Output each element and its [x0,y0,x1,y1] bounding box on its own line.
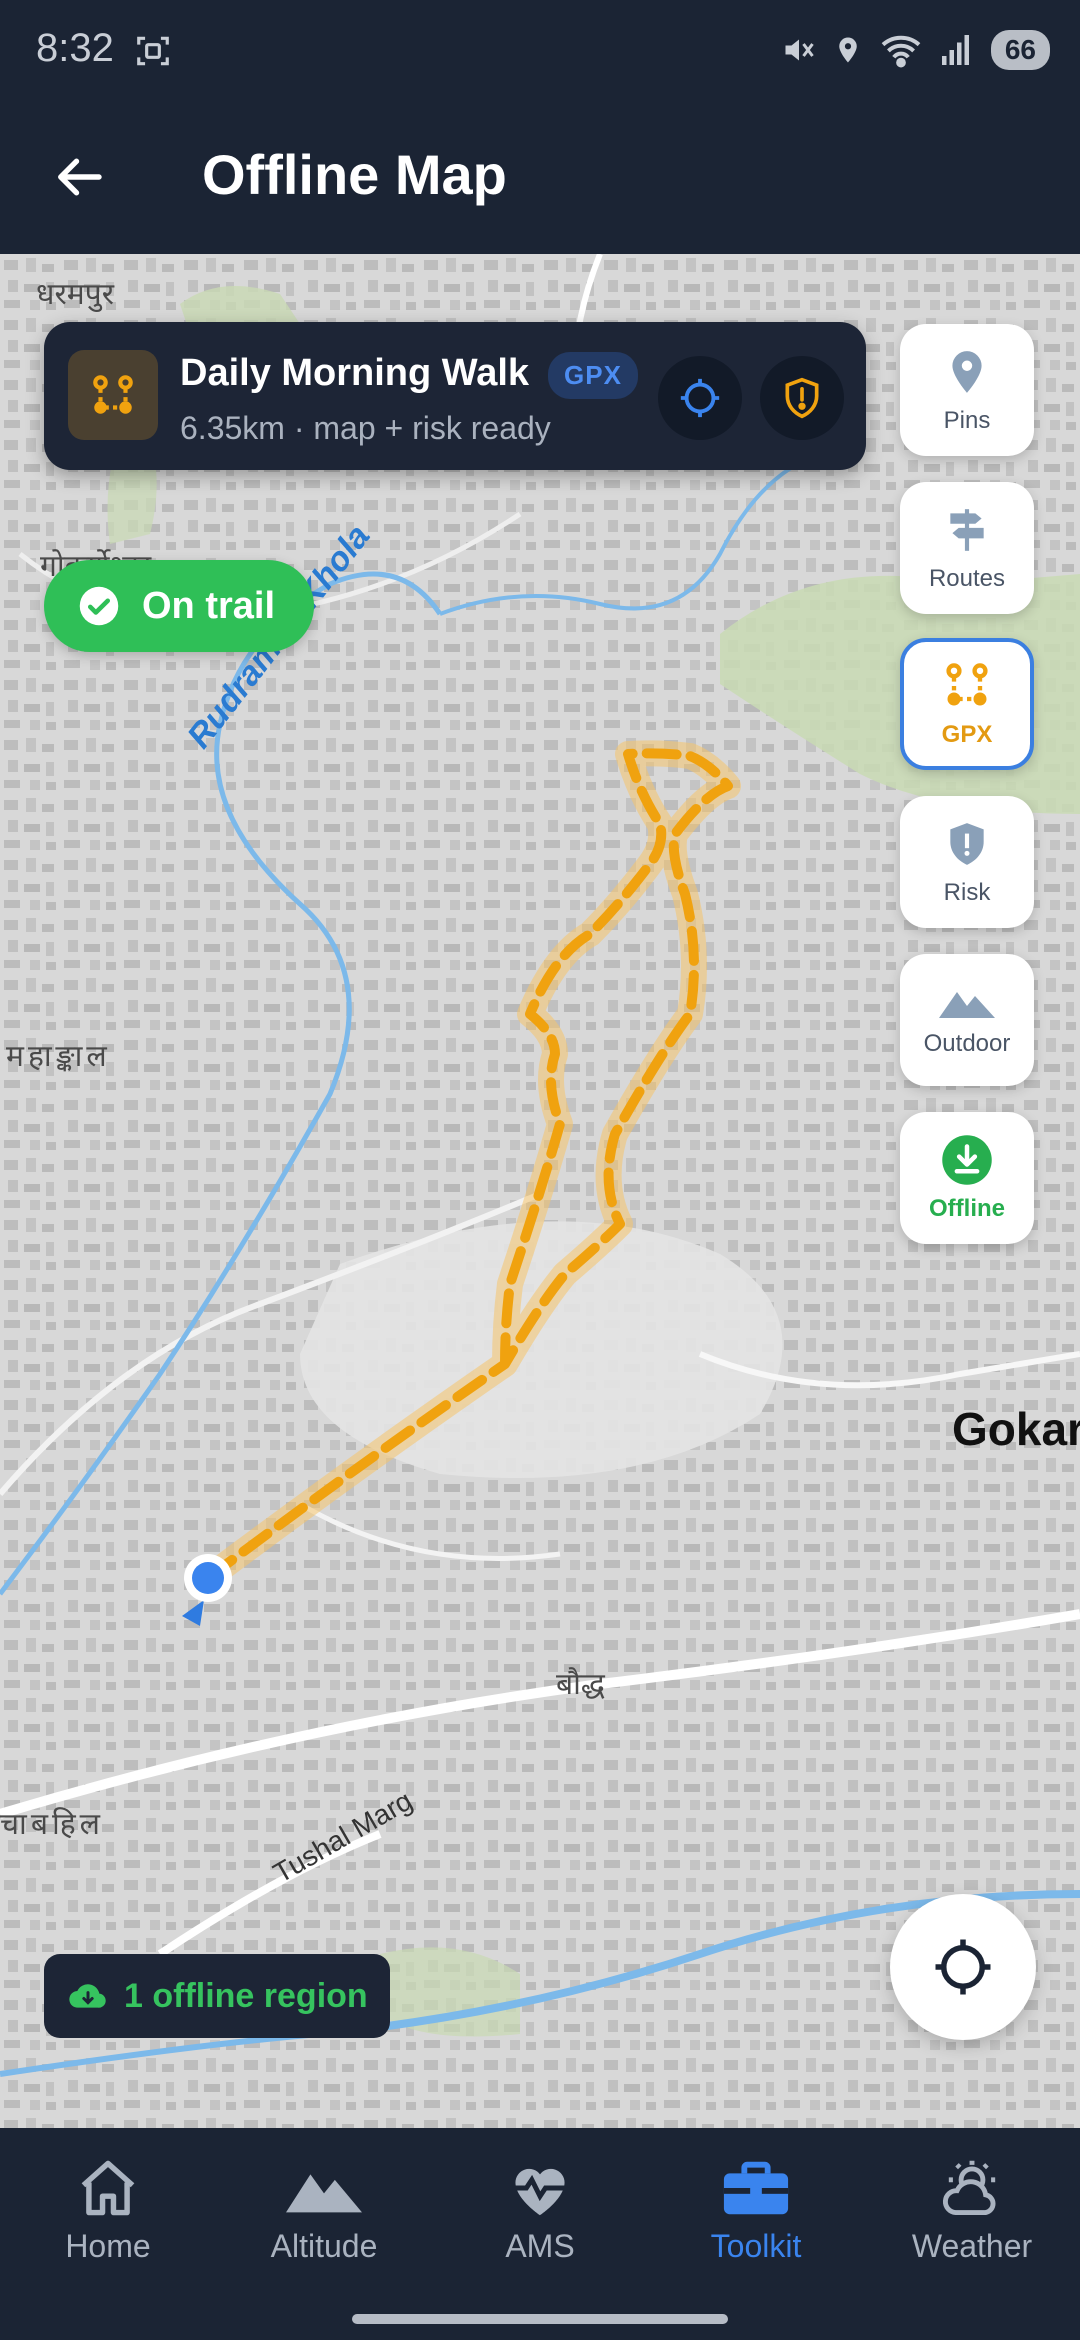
shield-alert-icon [785,377,819,419]
home-icon [81,2160,135,2216]
toolbox-icon [723,2161,789,2215]
vibrate-mute-icon [785,39,814,61]
center-track-button[interactable] [658,356,742,440]
nav-label-home: Home [65,2228,151,2264]
page-title: Offline Map [202,143,507,206]
nav-altitude[interactable]: Altitude [216,2158,432,2265]
signal-icon [941,35,969,65]
nav-home[interactable]: Home [0,2158,216,2265]
battery-indicator: 66 [990,30,1050,70]
tool-label-offline: Offline [929,1195,1005,1222]
screenshot-icon [137,36,169,66]
tool-label-risk: Risk [943,879,991,906]
track-title: Daily Morning Walk [180,352,530,394]
tool-label-routes: Routes [928,565,1006,592]
place-label-dharampur: धरमपुर [36,278,114,311]
nav-label-ams: AMS [505,2228,575,2264]
shield-alert-icon [950,823,984,865]
on-trail-label: On trail [142,584,276,627]
nav-toolkit[interactable]: Toolkit [648,2158,864,2265]
offline-region-label: 1 offline region [124,1976,368,2015]
crosshair-icon [680,378,720,418]
status-icons: 66 [781,28,1050,72]
bottom-navigation: Home Altitude AMS Toolkit Weather [0,2128,1080,2340]
tool-risk[interactable]: Risk [900,796,1034,928]
mountain-icon [939,992,995,1018]
location-icon [839,37,857,63]
offline-region-button[interactable]: 1 offline region [44,1954,390,2038]
my-location-button[interactable] [890,1894,1036,2040]
mountains-icon [286,2174,362,2213]
on-trail-badge: On trail [44,560,314,652]
nav-label-weather: Weather [911,2228,1033,2264]
place-label-boudha: बौद्ध [556,1668,605,1701]
track-subtitle: 6.35km · map + risk ready [180,410,551,446]
tool-routes[interactable]: Routes [900,482,1034,614]
tool-offline[interactable]: Offline [900,1112,1034,1244]
crosshair-icon [935,1939,991,1995]
check-circle-icon [79,586,119,626]
wifi-icon [881,35,921,68]
download-icon [942,1135,992,1185]
tool-gpx[interactable]: GPX [900,638,1034,770]
track-risk-button[interactable] [760,356,844,440]
back-button[interactable] [44,140,118,214]
weather-icon [942,2160,996,2215]
app-header: Offline Map [0,104,1080,254]
tool-pins[interactable]: Pins [900,324,1034,456]
nav-weather[interactable]: Weather [864,2158,1080,2265]
tool-label-outdoor: Outdoor [923,1030,1011,1057]
signpost-icon [950,509,984,551]
cloud-download-icon [69,1984,106,2008]
back-arrow-icon [58,158,102,196]
status-bar: 8:32 66 [0,0,1080,104]
gpx-route-icon [946,663,988,706]
nav-label-altitude: Altitude [270,2228,378,2264]
place-label-mahankal: महाङ्काल [6,1040,111,1073]
nav-label-toolkit: Toolkit [710,2228,802,2264]
tool-outdoor[interactable]: Outdoor [900,954,1034,1086]
tool-label-pins: Pins [943,407,991,434]
place-label-gokarna: Gokarna [952,1403,1080,1455]
nav-ams[interactable]: AMS [432,2158,648,2265]
pin-icon [952,351,982,393]
status-time: 8:32 [36,26,114,70]
gpx-track-icon [68,350,158,440]
tool-label-gpx: GPX [941,721,993,748]
home-indicator [352,2314,728,2324]
gpx-badge: GPX [548,352,638,399]
heartbeat-icon [512,2168,568,2216]
track-card[interactable]: Daily Morning Walk GPX 6.35km · map + ri… [44,322,866,470]
place-label-chabahil: चाबहिल [0,1808,104,1841]
